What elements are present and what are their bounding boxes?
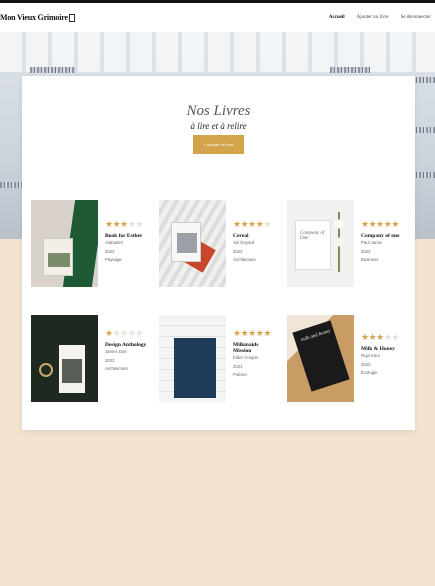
main-nav: Accueil Ajouter un livre Se déconnecter	[329, 15, 431, 20]
book-card[interactable]: ★★★★★ Book for Esther Alabaster 2022 Pay…	[31, 200, 156, 288]
book-genre: Architecture	[105, 366, 128, 371]
book-title: Milkmaids Mission	[233, 342, 259, 354]
star-icon: ★	[391, 219, 399, 229]
star-icon: ★	[233, 328, 241, 338]
books-panel: Nos Livres à lire et à relire + Ajouter …	[22, 76, 415, 430]
book-author: Elder Cooper	[233, 355, 259, 360]
star-icon: ★	[361, 219, 369, 229]
cover-title: milk and honey	[300, 329, 332, 344]
book-info: ★★★★★ Company of one Paul Jarvis 2022 Bu…	[361, 220, 421, 265]
nav-link-home[interactable]: Accueil	[329, 15, 345, 20]
nav-link-logout[interactable]: Se déconnecter	[401, 15, 431, 20]
book-author: Val Goyard	[233, 240, 255, 245]
star-icon: ★	[376, 332, 384, 342]
book-card[interactable]: ★★★★★ Milkmaids Mission Elder Cooper 202…	[159, 315, 284, 403]
rating-stars: ★★★★★	[361, 220, 421, 229]
book-year: 2022	[233, 248, 243, 254]
book-author: James Doe	[105, 349, 127, 354]
book-card[interactable]: milk and honey ★★★★★ Milk & Honey Rupi K…	[287, 315, 412, 403]
book-year: 2022	[105, 248, 115, 254]
book-year: 2021	[233, 363, 243, 369]
star-icon: ★	[248, 219, 256, 229]
book-year: 2022	[361, 248, 371, 254]
star-icon: ★	[391, 332, 399, 342]
book-genre: Architecture	[233, 257, 256, 262]
book-info: ★★★★★ Cereal Val Goyard 2022 Architectur…	[233, 220, 293, 265]
book-info: ★★★★★ Milkmaids Mission Elder Cooper 202…	[233, 329, 293, 380]
book-year: 2022	[105, 357, 115, 363]
book-info: ★★★★★ Book for Esther Alabaster 2022 Pay…	[105, 220, 165, 265]
nav-link-add-book[interactable]: Ajouter un livre	[357, 15, 389, 20]
rating-stars: ★★★★★	[361, 333, 421, 342]
star-icon: ★	[263, 328, 271, 338]
shelf-books	[0, 182, 22, 188]
ceiling-lights	[0, 32, 435, 72]
book-info: ★★★★★ Design Anthology James Doe 2022 Ar…	[105, 329, 165, 374]
book-cover-image	[31, 315, 98, 402]
rating-stars: ★★★★★	[233, 329, 293, 338]
book-card[interactable]: ★★★★★ Design Anthology James Doe 2022 Ar…	[31, 315, 156, 403]
book-cover-image: Company of One	[287, 200, 354, 287]
book-author: Rupi Kaur	[361, 353, 381, 358]
book-cover-image	[31, 200, 98, 287]
book-info: ★★★★★ Milk & Honey Rupi Kaur 2022 Écolog…	[361, 333, 421, 378]
book-logo-icon	[68, 13, 75, 22]
book-cover-image	[159, 200, 226, 287]
brand-name: Mon Vieux Grimoire	[0, 13, 68, 22]
book-author: Alabaster	[105, 240, 124, 245]
star-icon: ★	[105, 219, 113, 229]
book-card[interactable]: Company of One ★★★★★ Company of one Paul…	[287, 200, 412, 288]
book-card[interactable]: ★★★★★ Cereal Val Goyard 2022 Architectur…	[159, 200, 284, 288]
book-author: Paul Jarvis	[361, 240, 383, 245]
star-icon: ★	[361, 332, 369, 342]
top-navbar: Mon Vieux Grimoire Accueil Ajouter un li…	[0, 0, 435, 32]
book-genre: Écologie	[361, 370, 378, 375]
book-cover-image: milk and honey	[287, 315, 354, 402]
cover-title: Company of One	[300, 231, 325, 241]
star-icon: ★	[248, 328, 256, 338]
star-icon: ★	[135, 219, 143, 229]
book-genre: Business	[361, 257, 379, 262]
shelf-books	[30, 67, 75, 73]
page-title: Nos Livres	[186, 103, 251, 119]
rating-stars: ★★★★★	[233, 220, 293, 229]
page-subtitle: à lire et à relire	[190, 121, 247, 131]
shelf-books	[330, 67, 370, 73]
star-icon: ★	[120, 328, 128, 338]
book-cover-image	[159, 315, 226, 402]
star-icon: ★	[105, 328, 113, 338]
star-icon: ★	[233, 219, 241, 229]
rating-stars: ★★★★★	[105, 329, 165, 338]
star-icon: ★	[376, 219, 384, 229]
add-book-button[interactable]: + Ajouter un livre	[193, 135, 244, 154]
star-icon: ★	[135, 328, 143, 338]
rating-stars: ★★★★★	[105, 220, 165, 229]
book-genre: Policier	[233, 372, 248, 377]
star-icon: ★	[120, 219, 128, 229]
book-year: 2022	[361, 361, 371, 367]
book-genre: Paysage	[105, 257, 122, 262]
brand[interactable]: Mon Vieux Grimoire	[0, 13, 75, 22]
star-icon: ★	[263, 219, 271, 229]
